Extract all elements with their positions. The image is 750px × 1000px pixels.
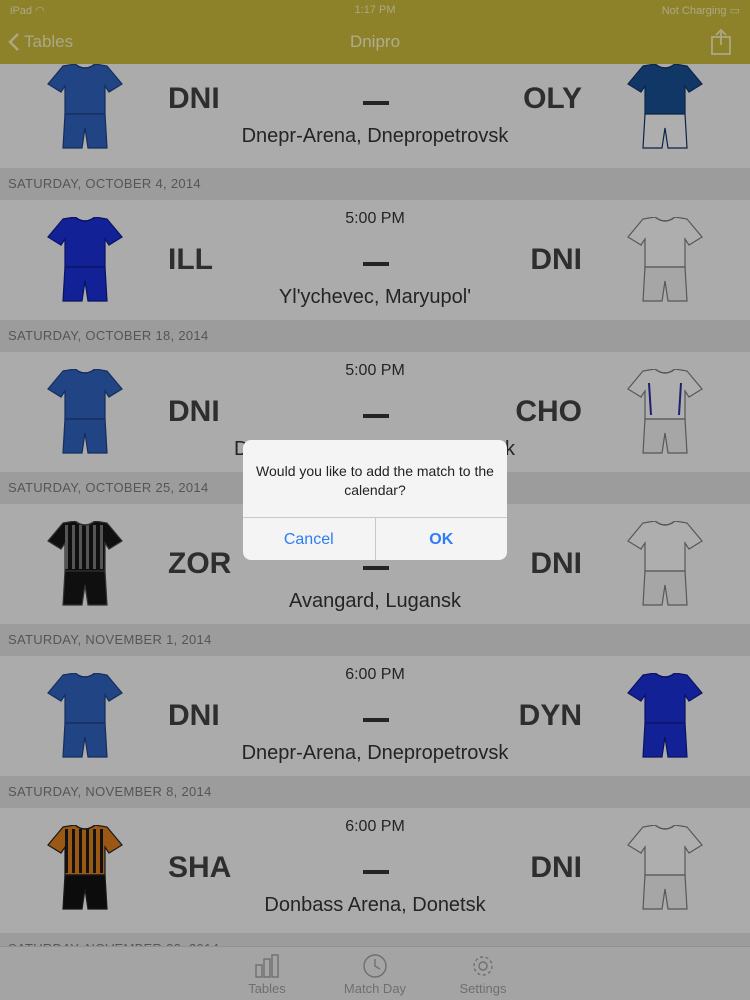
alert-buttons: Cancel OK xyxy=(243,517,507,560)
calendar-alert-dialog: Would you like to add the match to the c… xyxy=(243,440,507,560)
alert-message: Would you like to add the match to the c… xyxy=(256,463,494,498)
cancel-button[interactable]: Cancel xyxy=(243,518,375,560)
ok-button[interactable]: OK xyxy=(374,518,508,560)
